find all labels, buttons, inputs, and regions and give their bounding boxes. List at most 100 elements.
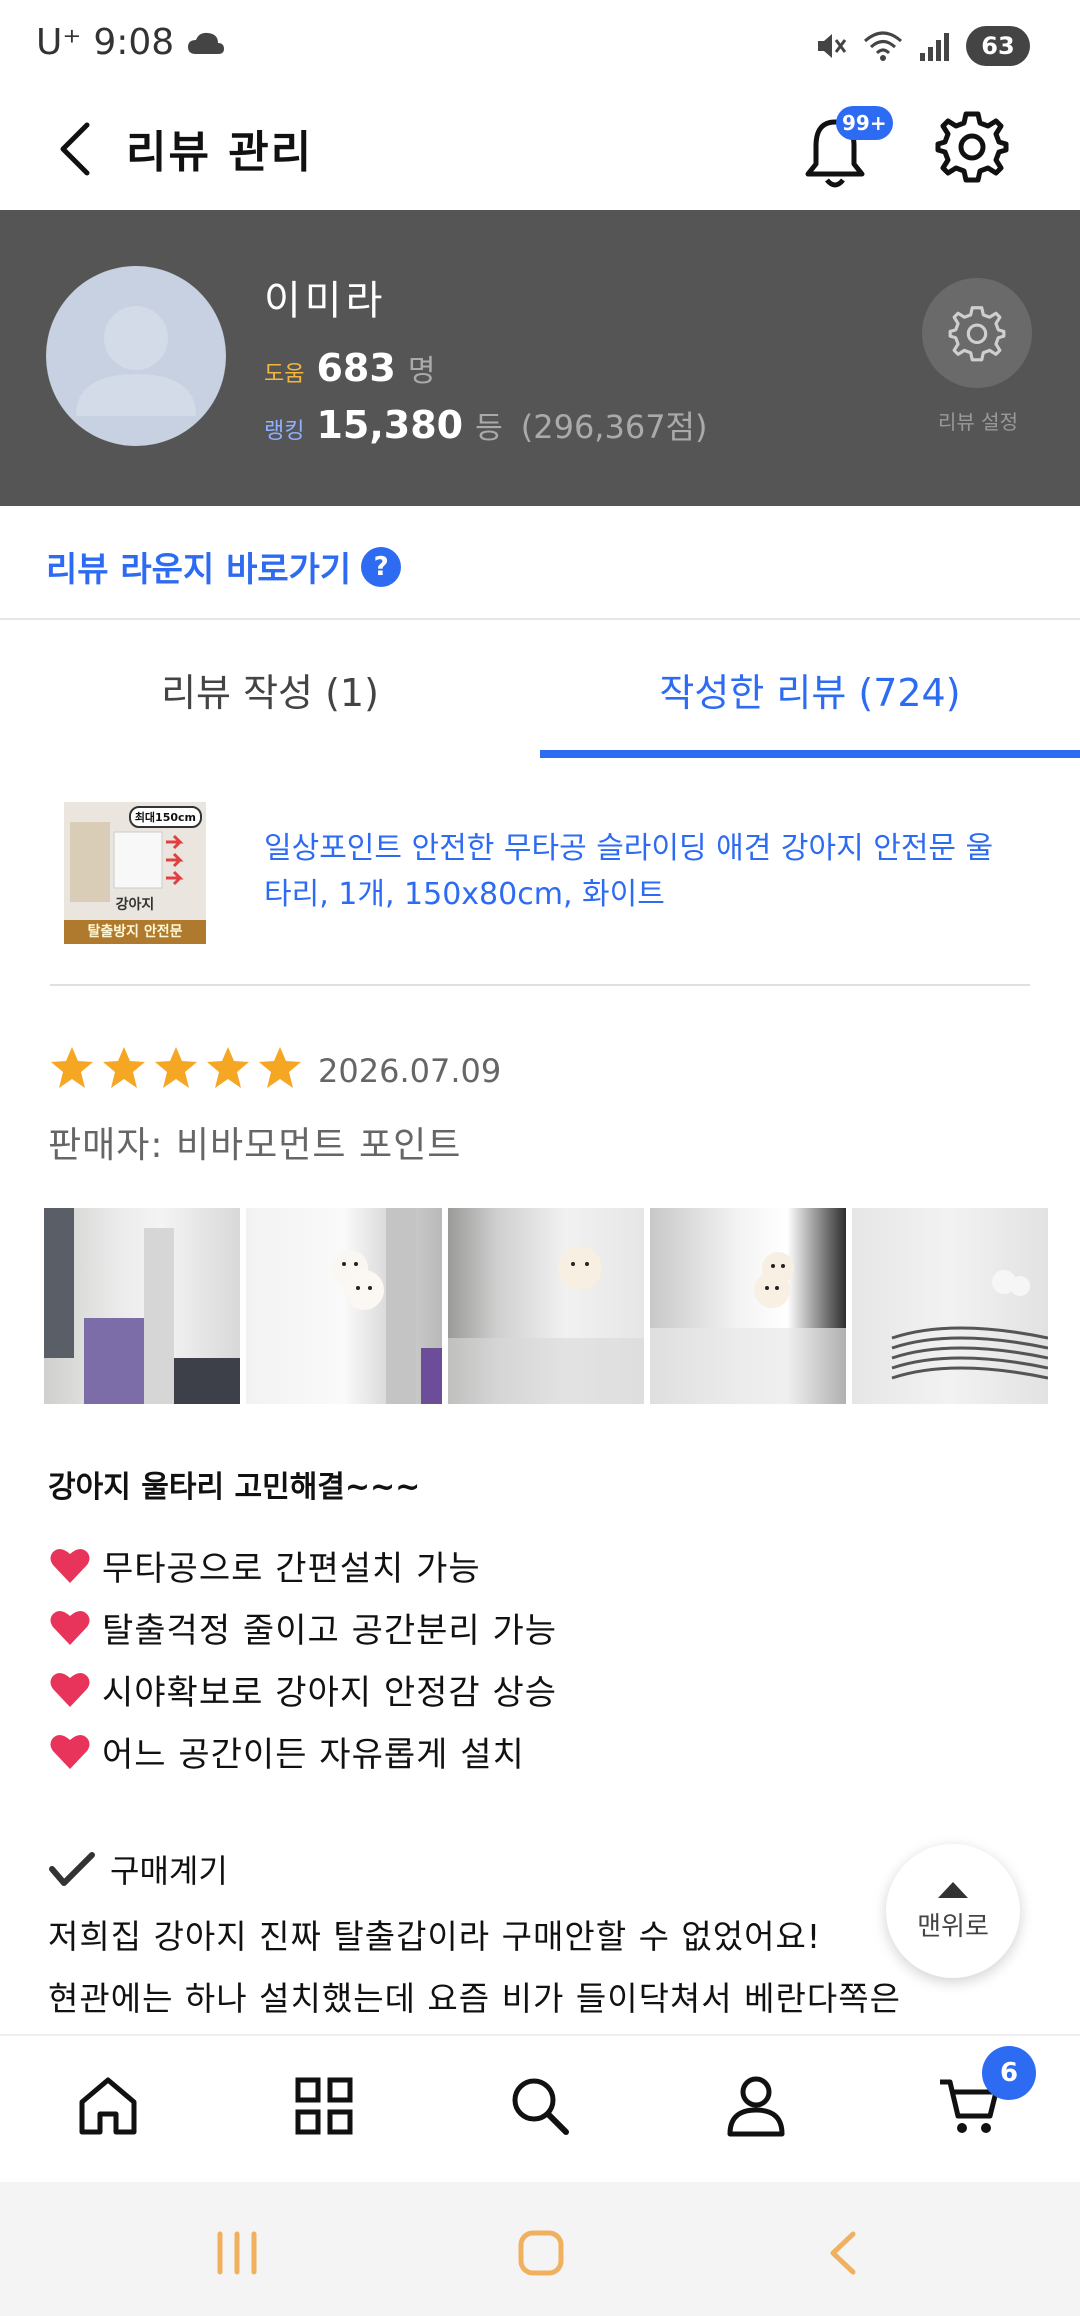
rank-unit: 등 [475,411,503,446]
clock: 9:08 [93,22,175,63]
review-setting-button[interactable] [922,278,1032,388]
cart-count-badge: 6 [982,2046,1036,2100]
status-right: 63 [814,26,1030,66]
bottom-navigation: 6 [0,2034,1080,2182]
system-navigation-bar [0,2182,1080,2316]
review-body: 저희집 강아지 진짜 탈출갑이라 구매안할 수 없었어요! 현관에는 하나 설치… [48,1906,1028,2030]
rank-value: 15,380 [316,403,464,447]
lounge-link-label: 리뷰 라운지 바로가기 [46,550,352,590]
notification-badge: 99+ [836,106,893,140]
signal-icon [920,33,949,61]
review-bullet: 어느 공간이든 자유롭게 설치 [48,1720,557,1782]
review-setting-gear-icon [948,306,1006,362]
home-system-button[interactable] [506,2218,576,2288]
wifi-icon [864,31,902,61]
review-bullet: 시야확보로 강아지 안정감 상승 [48,1658,557,1720]
avatar[interactable] [46,266,226,446]
user-icon [727,2076,785,2137]
review-tabs: 리뷰 작성 (1) 작성한 리뷰 (724) [0,620,1080,758]
gear-icon [935,111,1009,183]
tab-written-reviews[interactable]: 작성한 리뷰 (724) [540,620,1080,758]
review-setting-label: 리뷰 설정 [938,410,1018,434]
photo-content [448,1246,644,1404]
review-date: 2026.07.09 [318,1052,502,1090]
rank-stat: 랭킹 15,380 등 (296,367점) [264,402,707,448]
page-title: 리뷰 관리 [126,127,314,178]
product-thumbnail[interactable]: 최대150cm 강아지 탈출방지 안전문 [64,802,206,944]
review-photo[interactable] [650,1208,846,1404]
review-bullet-text: 어느 공간이든 자유롭게 설치 [102,1734,525,1775]
scroll-to-top-button[interactable]: 맨위로 [886,1844,1020,1978]
help-label: 도움 [264,362,305,387]
profile-panel: 이미라 도움 683 명 랭킹 15,380 등 (296,367점) 리뷰 설… [0,210,1080,506]
thumb-size-tag: 최대150cm [128,806,202,828]
grid-icon [295,2077,353,2135]
scroll-to-top-label: 맨위로 [917,1911,989,1942]
app-header: 리뷰 관리 99+ [0,90,1080,210]
help-count: 683 [316,346,396,390]
photo-content [44,1208,240,1404]
review-bullets: 무타공으로 간편설치 가능 탈출걱정 줄이고 공간분리 가능 시야확보로 강아지… [48,1534,557,1782]
review-body-line: 저희집 강아지 진짜 탈출갑이라 구매안할 수 없었어요! [48,1917,822,1956]
status-bar: U⁺ 9:08 63 [0,0,1080,90]
check-mark-icon [49,1852,95,1886]
star-icon [51,1047,93,1088]
mute-icon [818,34,847,58]
recent-apps-button[interactable] [202,2218,272,2288]
lounge-section: 리뷰 라운지 바로가기 ? [0,506,1080,620]
thumb-label-dog: 강아지 [115,897,155,913]
nav-categories[interactable] [284,2066,364,2146]
recent-apps-icon [217,2231,257,2275]
status-left: U⁺ 9:08 [36,22,226,63]
photo-content [650,1252,846,1404]
review-bullet-text: 무타공으로 간편설치 가능 [102,1548,481,1589]
back-system-icon [830,2231,856,2275]
purchase-reason-title: 구매계기 [48,1846,228,1892]
review-bullet: 무타공으로 간편설치 가능 [48,1534,557,1596]
notification-button[interactable]: 99+ [800,106,893,196]
review-bullet-text: 시야확보로 강아지 안정감 상승 [102,1672,558,1713]
rating-stars [48,1044,304,1092]
nav-my-page[interactable] [716,2066,796,2146]
review-body-line: 현관에는 하나 설치했는데 요즘 비가 들이닥쳐서 베란다쪽은 [48,1979,901,2018]
rank-points: (296,367점) [520,408,708,446]
purchase-reason-label: 구매계기 [110,1852,228,1890]
help-icon[interactable]: ? [361,546,402,587]
photo-content [891,1270,1048,1380]
nav-home[interactable] [68,2066,148,2146]
settings-button[interactable] [934,108,1014,188]
back-button[interactable] [40,114,110,184]
nav-cart[interactable]: 6 [930,2046,1036,2146]
review-headline: 강아지 울타리 고민해결~~~ [48,1470,421,1505]
review-photo-strip[interactable] [44,1208,1080,1406]
nav-search[interactable] [500,2066,580,2146]
heart-icon [50,1610,90,1645]
review-bullet-text: 탈출걱정 줄이고 공간분리 가능 [102,1610,558,1651]
weather-icon [188,32,225,54]
review-photo[interactable] [448,1208,644,1404]
back-arrow-icon [60,122,90,176]
lounge-link[interactable]: 리뷰 라운지 바로가기 ? [46,542,402,591]
product-name-link[interactable]: 일상포인트 안전한 무타공 슬라이딩 애견 강아지 안전문 울타리, 1개, 1… [264,826,994,918]
photo-content [332,1208,442,1404]
active-tab-indicator [540,750,1080,758]
seller-name: 판매자: 비바모먼트 포인트 [48,1125,462,1166]
review-photo[interactable] [44,1208,240,1404]
tab-write-review[interactable]: 리뷰 작성 (1) [0,620,540,758]
star-icon [259,1047,301,1088]
help-unit: 명 [407,354,436,389]
thumb-label-gate: 탈출방지 안전문 [64,920,206,944]
heart-icon [50,1734,90,1769]
review-bullet: 탈출걱정 줄이고 공간분리 가능 [48,1596,557,1658]
heart-icon [50,1672,90,1707]
star-icon [103,1047,145,1088]
review-photo[interactable] [246,1208,442,1404]
product-card[interactable]: 최대150cm 강아지 탈출방지 안전문 일상포인트 안전한 무타공 슬라이딩 … [50,786,1030,986]
back-system-button[interactable] [808,2218,878,2288]
battery-indicator: 63 [966,26,1030,66]
star-icon [207,1047,249,1088]
search-icon [512,2078,569,2135]
help-stat: 도움 683 명 [264,346,435,390]
review-photo[interactable] [852,1208,1048,1404]
heart-icon [50,1548,90,1583]
